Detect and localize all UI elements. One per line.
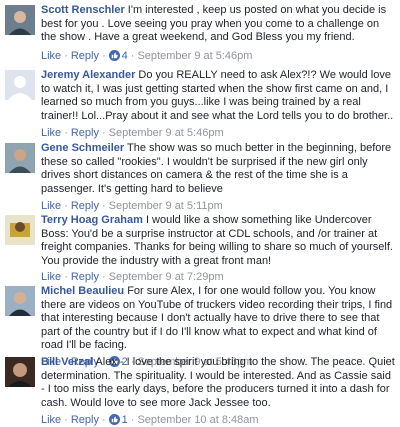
reply-button[interactable]: Reply <box>71 127 99 139</box>
comment-content: Terry Hoag Graham I would like a show so… <box>41 214 396 268</box>
like-button[interactable]: Like <box>41 50 61 62</box>
like-count[interactable]: 1 <box>122 414 128 426</box>
like-button[interactable]: Like <box>41 200 61 212</box>
avatar[interactable] <box>5 70 35 100</box>
thumbs-up-icon <box>108 414 120 425</box>
reply-button[interactable]: Reply <box>71 271 99 283</box>
comment-author[interactable]: Bill Verzal <box>41 356 93 368</box>
comment-content: Scott Renschler I'm interested , keep us… <box>41 4 396 45</box>
reply-button[interactable]: Reply <box>71 200 99 212</box>
like-button[interactable]: Like <box>41 271 61 283</box>
avatar[interactable] <box>5 286 35 316</box>
comment-actions: Like · Reply · 4 · September 9 at 5:46pm <box>41 50 253 62</box>
comment-timestamp[interactable]: September 10 at 8:48am <box>137 414 258 426</box>
like-count[interactable]: 4 <box>122 50 128 62</box>
avatar[interactable] <box>5 5 35 35</box>
comment-author[interactable]: Michel Beaulieu <box>41 285 124 297</box>
reply-button[interactable]: Reply <box>71 50 99 62</box>
comment-content: Jeremy Alexander Do you REALLY need to a… <box>41 69 396 123</box>
comment-author[interactable]: Scott Renschler <box>41 4 125 16</box>
comment-author[interactable]: Gene Schmeiler <box>41 142 124 154</box>
comment-content: Bill Verzal Alex - I love the spirit you… <box>41 356 396 410</box>
comment-feed: Scott Renschler I'm interested , keep us… <box>0 0 400 426</box>
avatar[interactable] <box>5 143 35 173</box>
avatar[interactable] <box>5 357 35 387</box>
like-button[interactable]: Like <box>41 127 61 139</box>
default-avatar-icon <box>5 70 35 100</box>
reply-button[interactable]: Reply <box>71 414 99 426</box>
comment-timestamp[interactable]: September 9 at 7:29pm <box>109 271 224 283</box>
comment-content: Michel Beaulieu For sure Alex, I for one… <box>41 285 396 353</box>
comment-timestamp[interactable]: September 9 at 5:46pm <box>137 50 252 62</box>
avatar[interactable] <box>5 215 35 245</box>
comment-actions: Like · Reply · September 9 at 7:29pm <box>41 271 224 283</box>
comment-text: Alex - I love the spirit you bring to th… <box>41 356 395 409</box>
comment-actions: Like · Reply · 1 · September 10 at 8:48am <box>41 414 259 426</box>
comment-timestamp[interactable]: September 9 at 5:11pm <box>109 200 223 212</box>
comment-actions: Like · Reply · September 9 at 5:46pm <box>41 127 224 139</box>
thumbs-up-icon <box>108 50 120 61</box>
comment-content: Gene Schmeiler The show was so much bett… <box>41 142 396 196</box>
comment-timestamp[interactable]: September 9 at 5:46pm <box>109 127 224 139</box>
comment-author[interactable]: Jeremy Alexander <box>41 69 135 81</box>
like-button[interactable]: Like <box>41 414 61 426</box>
comment-actions: Like · Reply · September 9 at 5:11pm <box>41 200 223 212</box>
comment-author[interactable]: Terry Hoag Graham <box>41 214 143 226</box>
